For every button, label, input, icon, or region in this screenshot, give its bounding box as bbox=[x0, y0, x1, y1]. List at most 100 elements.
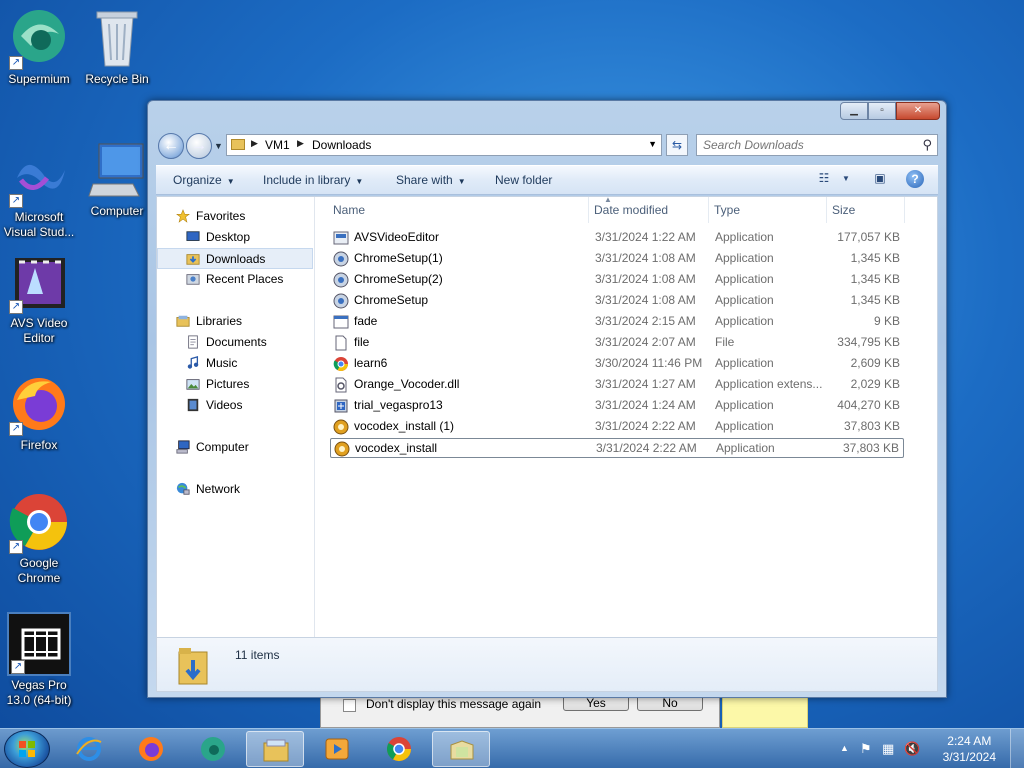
media-player-icon bbox=[325, 738, 349, 760]
nav-computer[interactable]: Computer bbox=[157, 437, 313, 458]
desktop-icon-avs-video-editor[interactable]: ↗ AVS Video Editor bbox=[0, 250, 78, 346]
file-type: Application bbox=[715, 293, 774, 307]
start-button[interactable] bbox=[4, 730, 50, 768]
taskbar-firefox[interactable] bbox=[122, 731, 180, 767]
file-row[interactable]: AVSVideoEditor 3/31/2024 1:22 AM Applica… bbox=[330, 228, 904, 248]
include-in-library-button[interactable]: Include in library ▼ bbox=[263, 173, 363, 187]
search-icon[interactable]: ⚲ bbox=[922, 137, 932, 153]
file-row[interactable]: fade 3/31/2024 2:15 AM Application 9 KB bbox=[330, 312, 904, 332]
file-size: 37,803 KB bbox=[842, 441, 899, 455]
taskbar-folder-windows[interactable] bbox=[432, 731, 490, 767]
preview-pane-icon[interactable]: ▣ bbox=[870, 171, 890, 189]
navigation-pane: Favorites Desktop Downloads Recent Place… bbox=[157, 197, 315, 637]
nav-recent-places[interactable]: Recent Places bbox=[157, 269, 313, 290]
column-header-date[interactable]: Date modified bbox=[589, 197, 709, 223]
volume-muted-icon[interactable]: 🔇 bbox=[904, 741, 920, 757]
nav-videos[interactable]: Videos bbox=[157, 395, 313, 416]
recent-pages-dropdown-icon[interactable]: ▼ bbox=[214, 141, 223, 151]
taskbar-internet-explorer[interactable] bbox=[60, 731, 118, 767]
file-type: File bbox=[715, 335, 735, 349]
computer-icon bbox=[85, 138, 149, 202]
change-view-icon[interactable]: ☷ bbox=[814, 171, 834, 189]
desktop-icon-label: Firefox bbox=[20, 438, 58, 452]
breadcrumb-downloads[interactable]: Downloads bbox=[312, 138, 371, 152]
nav-network[interactable]: Network bbox=[157, 479, 313, 500]
maximize-button[interactable]: ▫ bbox=[868, 102, 896, 120]
file-row[interactable]: trial_vegaspro13 3/31/2024 1:24 AM Appli… bbox=[330, 396, 904, 416]
desktop-icon-vegas-pro[interactable]: ↗ Vegas Pro 13.0 (64-bit) bbox=[0, 612, 78, 708]
clock[interactable]: 2:24 AM 3/31/2024 bbox=[943, 733, 996, 765]
desktop-icon-recycle-bin[interactable]: Recycle Bin bbox=[78, 6, 156, 87]
file-row-selected[interactable]: vocodex_install 3/31/2024 2:22 AM Applic… bbox=[330, 438, 904, 458]
address-bar[interactable]: ▶ VM1 ▶ Downloads ▼ bbox=[226, 134, 662, 156]
organize-button[interactable]: Organize ▼ bbox=[173, 173, 235, 187]
desktop-icon-firefox[interactable]: ↗ Firefox bbox=[0, 372, 78, 453]
desktop-icon-visual-studio[interactable]: ↗ Microsoft Visual Stud... bbox=[0, 144, 78, 240]
organize-label: Organize bbox=[173, 173, 222, 187]
nav-pictures[interactable]: Pictures bbox=[157, 374, 313, 395]
column-header-size[interactable]: Size bbox=[827, 197, 905, 223]
column-header-name[interactable]: Name bbox=[328, 197, 589, 223]
exe-icon bbox=[333, 315, 349, 329]
file-row[interactable]: file 3/31/2024 2:07 AM File 334,795 KB bbox=[330, 333, 904, 353]
desktop-icon-supermium[interactable]: ↗ Supermium bbox=[0, 6, 78, 87]
taskbar-chrome[interactable] bbox=[370, 731, 428, 767]
file-row[interactable]: learn6 3/30/2024 11:46 PM Application 2,… bbox=[330, 354, 904, 374]
help-icon[interactable]: ? bbox=[906, 170, 924, 188]
nav-libraries[interactable]: Libraries bbox=[157, 311, 313, 332]
column-header-type[interactable]: Type bbox=[709, 197, 827, 223]
recent-places-icon bbox=[186, 274, 200, 285]
network-tray-icon[interactable]: ▦ bbox=[882, 741, 894, 757]
nav-desktop[interactable]: Desktop bbox=[157, 227, 313, 248]
taskbar-media-player[interactable] bbox=[308, 731, 366, 767]
nav-downloads[interactable]: Downloads bbox=[157, 248, 313, 269]
share-with-button[interactable]: Share with ▼ bbox=[396, 173, 466, 187]
nav-downloads-label: Downloads bbox=[206, 252, 266, 266]
desktop-icon-computer[interactable]: Computer bbox=[78, 138, 156, 219]
nav-favorites[interactable]: Favorites bbox=[157, 206, 313, 227]
videos-icon bbox=[187, 398, 199, 412]
nav-documents[interactable]: Documents bbox=[157, 332, 313, 353]
desktop-icon-label: AVS Video Editor bbox=[10, 316, 68, 345]
search-input[interactable] bbox=[703, 136, 903, 154]
file-name: learn6 bbox=[354, 356, 388, 370]
file-row[interactable]: vocodex_install (1) 3/31/2024 2:22 AM Ap… bbox=[330, 417, 904, 437]
taskbar-supermium[interactable] bbox=[184, 731, 242, 767]
file-date: 3/31/2024 1:22 AM bbox=[595, 230, 696, 244]
search-box[interactable]: ⚲ bbox=[696, 134, 938, 156]
file-type: Application bbox=[715, 230, 774, 244]
downloads-folder-icon bbox=[178, 648, 208, 685]
file-row[interactable]: ChromeSetup(1) 3/31/2024 1:08 AM Applica… bbox=[330, 249, 904, 269]
address-history-dropdown-icon[interactable]: ▼ bbox=[648, 139, 657, 149]
music-icon bbox=[187, 356, 199, 369]
file-row[interactable]: ChromeSetup(2) 3/31/2024 1:08 AM Applica… bbox=[330, 270, 904, 290]
nav-music[interactable]: Music bbox=[157, 353, 313, 374]
show-desktop-button[interactable] bbox=[1010, 729, 1024, 768]
desktop-icon-google-chrome[interactable]: ↗ Google Chrome bbox=[0, 490, 78, 586]
taskbar-file-explorer[interactable] bbox=[246, 731, 304, 767]
file-date: 3/31/2024 2:07 AM bbox=[595, 335, 696, 349]
breadcrumb-arrow-icon[interactable]: ▶ bbox=[297, 138, 304, 149]
show-hidden-icons-icon[interactable]: ▲ bbox=[840, 743, 849, 753]
avs-video-editor-icon: ↗ bbox=[7, 250, 71, 314]
minimize-button[interactable]: ▁ bbox=[840, 102, 868, 120]
back-button[interactable]: ← bbox=[158, 133, 184, 159]
file-type: Application bbox=[715, 272, 774, 286]
file-row[interactable]: ChromeSetup 3/31/2024 1:08 AM Applicatio… bbox=[330, 291, 904, 311]
file-name: vocodex_install (1) bbox=[354, 419, 455, 433]
breadcrumb-arrow-icon[interactable]: ▶ bbox=[251, 138, 258, 149]
refresh-button[interactable]: ⇆ bbox=[666, 134, 688, 156]
close-button[interactable]: ✕ bbox=[896, 102, 940, 120]
refresh-icon: ⇆ bbox=[671, 138, 683, 152]
file-date: 3/31/2024 1:27 AM bbox=[595, 377, 696, 391]
view-options-dropdown-icon[interactable]: ▼ bbox=[836, 174, 856, 192]
details-pane: 11 items bbox=[156, 638, 938, 692]
forward-button[interactable]: → bbox=[186, 133, 212, 159]
new-folder-button[interactable]: New folder bbox=[495, 173, 552, 187]
file-row[interactable]: Orange_Vocoder.dll 3/31/2024 1:27 AM App… bbox=[330, 375, 904, 395]
action-center-flag-icon[interactable]: ⚑ bbox=[860, 741, 872, 757]
dont-display-checkbox[interactable] bbox=[343, 699, 356, 712]
nav-recent-places-label: Recent Places bbox=[206, 272, 284, 286]
nav-videos-label: Videos bbox=[206, 398, 243, 412]
breadcrumb-vm1[interactable]: VM1 bbox=[265, 138, 290, 152]
